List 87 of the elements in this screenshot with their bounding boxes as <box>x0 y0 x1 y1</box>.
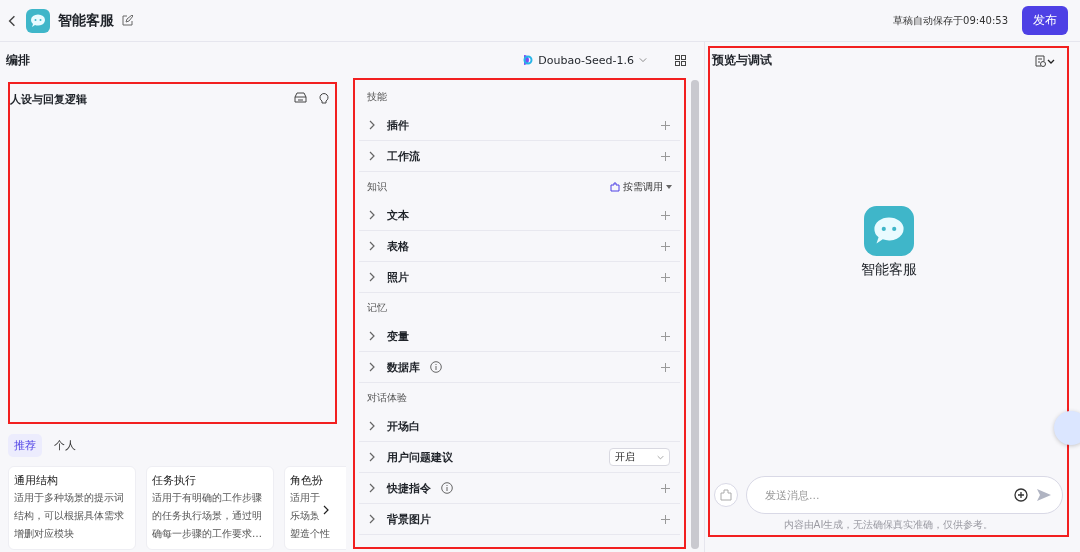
prompt-title: 人设与回复逻辑 <box>10 92 88 107</box>
setting-label[interactable]: 背景图片 <box>387 511 431 527</box>
setting-label[interactable]: 文本 <box>387 207 409 223</box>
chevron-icon <box>367 151 377 161</box>
template-description: 确每一步骤的工作要求… <box>152 527 262 541</box>
plus-icon[interactable] <box>661 151 670 161</box>
layout-button[interactable] <box>675 54 686 66</box>
plus-icon[interactable] <box>661 362 670 372</box>
back-icon <box>6 14 18 27</box>
setting-label[interactable]: 快捷指令 <box>387 480 431 496</box>
plus-icon[interactable] <box>661 331 670 341</box>
chevron-icon <box>367 362 377 372</box>
setting-label[interactable]: 表格 <box>387 238 409 254</box>
chevron-icon <box>367 120 377 130</box>
save-status: 草稿自动保存于09:40:53 <box>893 13 1008 28</box>
group-title: 技能 <box>367 90 388 104</box>
model-selector[interactable]: Doubao-Seed-1.6 <box>515 52 653 68</box>
section-title: 编排 <box>6 51 30 69</box>
chevron-icon <box>367 483 377 493</box>
edit-button[interactable] <box>122 15 133 26</box>
plus-icon[interactable] <box>661 514 670 524</box>
suggest-dropdown[interactable]: 开启 <box>609 448 670 466</box>
template-description: 结构，可以根据具体需求 <box>14 509 124 523</box>
group-title: 知识 <box>367 180 388 194</box>
message-input[interactable]: 发送消息... <box>763 487 1006 503</box>
chevron-icon <box>367 514 377 524</box>
setting-label[interactable]: 开场白 <box>387 418 420 434</box>
debug-menu-button[interactable] <box>1035 54 1055 67</box>
group-title: 记忆 <box>367 301 388 315</box>
setting-label[interactable]: 照片 <box>387 269 409 285</box>
template-title: 通用结构 <box>14 473 58 488</box>
template-title: 角色扮 <box>290 473 323 488</box>
template-description: 的任务执行场景，通过明 <box>152 509 262 523</box>
setting-label[interactable]: 变量 <box>387 328 409 344</box>
bot-name: 智能客服 <box>860 261 917 279</box>
setting-label[interactable]: 工作流 <box>387 148 420 164</box>
scrollbar[interactable] <box>691 80 699 549</box>
preview-title: 预览与调试 <box>712 52 773 69</box>
message-field[interactable]: 发送消息... <box>746 476 1063 514</box>
template-card[interactable]: 任务执行 适用于有明确的工作步骤 的任务执行场景，通过明 确每一步骤的工作要求… <box>146 466 274 550</box>
caret-icon <box>666 185 672 189</box>
publish-button[interactable]: 发布 <box>1022 6 1068 35</box>
chevron-icon <box>367 421 377 431</box>
disclaimer: 内容由AI生成，无法确保真实准确，仅供参考。 <box>782 518 995 532</box>
template-tab[interactable]: 推荐 <box>8 434 42 457</box>
plus-icon[interactable] <box>661 241 670 251</box>
add-icon[interactable] <box>1014 488 1028 502</box>
chevron-icon <box>657 453 664 461</box>
grid-icon <box>675 54 686 66</box>
chevron-icon <box>367 241 377 251</box>
chevron-icon <box>367 210 377 220</box>
plus-icon[interactable] <box>661 483 670 493</box>
template-description: 塑造个性 <box>290 527 330 541</box>
chat-bubble-logo <box>863 206 914 256</box>
edit-icon <box>122 15 133 26</box>
plus-icon[interactable] <box>661 272 670 282</box>
bot-title: 智能客服 <box>58 11 114 30</box>
chat-bubble-logo <box>26 8 50 33</box>
template-description: 适用于 <box>290 491 320 505</box>
template-description: 增删对应模块 <box>14 527 74 541</box>
clear-button[interactable] <box>714 483 738 507</box>
setting-label[interactable]: 插件 <box>387 117 409 133</box>
group-title: 对话体验 <box>367 391 408 405</box>
info-icon <box>441 482 453 494</box>
send-icon[interactable] <box>1036 488 1052 502</box>
info-icon <box>430 361 442 373</box>
setting-label[interactable]: 用户问题建议 <box>387 449 453 465</box>
template-description: 适用于有明确的工作步骤 <box>152 491 262 505</box>
template-card[interactable]: 通用结构 适用于多种场景的提示词 结构，可以根据具体需求 增删对应模块 <box>8 466 136 550</box>
chevron-icon <box>639 56 647 64</box>
log-icon <box>1035 54 1055 67</box>
template-title: 任务执行 <box>152 473 196 488</box>
prompt-editor[interactable]: 人设与回复逻辑 <box>8 82 337 424</box>
tips-button[interactable] <box>319 92 329 104</box>
call-mode-dropdown[interactable]: 按需调用 <box>610 180 672 194</box>
chevron-right-icon <box>321 505 331 515</box>
plus-icon[interactable] <box>661 210 670 220</box>
template-description: 适用于多种场景的提示词 <box>14 491 124 505</box>
chevron-icon <box>367 452 377 462</box>
chevron-icon <box>367 272 377 282</box>
model-logo <box>521 54 534 66</box>
lightbulb-icon <box>319 92 329 104</box>
setting-label[interactable]: 数据库 <box>387 359 420 375</box>
template-tab[interactable]: 个人 <box>48 434 82 457</box>
chevron-icon <box>367 331 377 341</box>
back-button[interactable] <box>6 14 18 27</box>
plus-icon[interactable] <box>661 120 670 130</box>
